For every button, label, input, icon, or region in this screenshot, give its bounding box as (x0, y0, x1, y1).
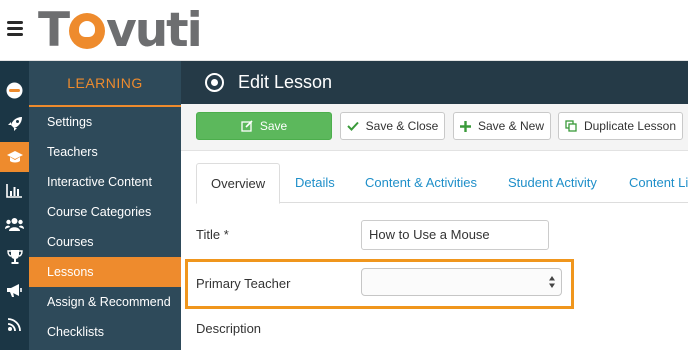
primary-teacher-select[interactable] (361, 268, 562, 296)
copy-icon (565, 120, 577, 132)
tab-details[interactable]: Details (295, 163, 335, 203)
page-title: Edit Lesson (238, 72, 333, 92)
record-circle-icon (205, 73, 224, 92)
primary-teacher-label: Primary Teacher (196, 276, 291, 291)
trophy-icon[interactable] (0, 242, 29, 272)
sidebar-item-assign-recommend[interactable]: Assign & Recommend (29, 287, 181, 317)
rocket-icon[interactable] (0, 109, 29, 139)
description-label: Description (196, 321, 262, 336)
save-button-label: Save (259, 119, 288, 133)
tab-student-activity[interactable]: Student Activity (508, 163, 597, 203)
logo-elephant-icon (69, 12, 106, 49)
learning-sidebar: LEARNING Settings Teachers Interactive C… (29, 61, 181, 350)
sidebar-heading: LEARNING (29, 61, 181, 107)
bar-chart-icon[interactable] (0, 175, 29, 205)
edit-icon (241, 120, 253, 132)
sidebar-item-courses[interactable]: Courses (29, 227, 181, 257)
title-input[interactable]: How to Use a Mouse (361, 220, 549, 250)
logo-letters-vuti: vuti (106, 2, 203, 58)
plus-icon (459, 120, 471, 132)
tovuti-logo[interactable]: Tvuti (38, 2, 203, 58)
page-title-bar: Edit Lesson (181, 61, 688, 104)
duplicate-lesson-button[interactable]: Duplicate Lesson (558, 112, 683, 140)
save-close-button[interactable]: Save & Close (340, 112, 445, 140)
select-arrows-icon (549, 276, 555, 288)
title-label: Title * (196, 227, 229, 242)
top-header: Tvuti (0, 0, 688, 61)
users-icon[interactable] (0, 209, 29, 239)
sidebar-item-checklists[interactable]: Checklists (29, 317, 181, 347)
action-toolbar: Save Save & Close Save & New Duplicate L… (181, 104, 688, 151)
save-close-button-label: Save & Close (365, 119, 439, 133)
broadcast-icon[interactable] (0, 309, 29, 339)
sidebar-item-teachers[interactable]: Teachers (29, 137, 181, 167)
tab-content-library[interactable]: Content Li (629, 163, 688, 203)
save-new-button-label: Save & New (477, 119, 545, 133)
lesson-tabs: Overview Details Content & Activities St… (196, 163, 688, 204)
icon-rail (0, 61, 29, 350)
duplicate-lesson-button-label: Duplicate Lesson (583, 119, 677, 133)
graduation-cap-icon[interactable] (0, 142, 29, 172)
megaphone-icon[interactable] (0, 275, 29, 305)
tab-overview[interactable]: Overview (196, 163, 281, 204)
save-button[interactable]: Save (196, 112, 332, 140)
check-icon (346, 121, 359, 131)
sidebar-item-lessons[interactable]: Lessons (29, 257, 181, 287)
logo-letter-t: T (38, 2, 70, 58)
logo-badge-icon[interactable] (0, 75, 29, 105)
sidebar-item-course-categories[interactable]: Course Categories (29, 197, 181, 227)
save-new-button[interactable]: Save & New (453, 112, 551, 140)
sidebar-item-interactive-content[interactable]: Interactive Content (29, 167, 181, 197)
hamburger-menu-icon[interactable] (7, 21, 23, 37)
sidebar-item-settings[interactable]: Settings (29, 107, 181, 137)
tab-content-activities[interactable]: Content & Activities (365, 163, 477, 203)
